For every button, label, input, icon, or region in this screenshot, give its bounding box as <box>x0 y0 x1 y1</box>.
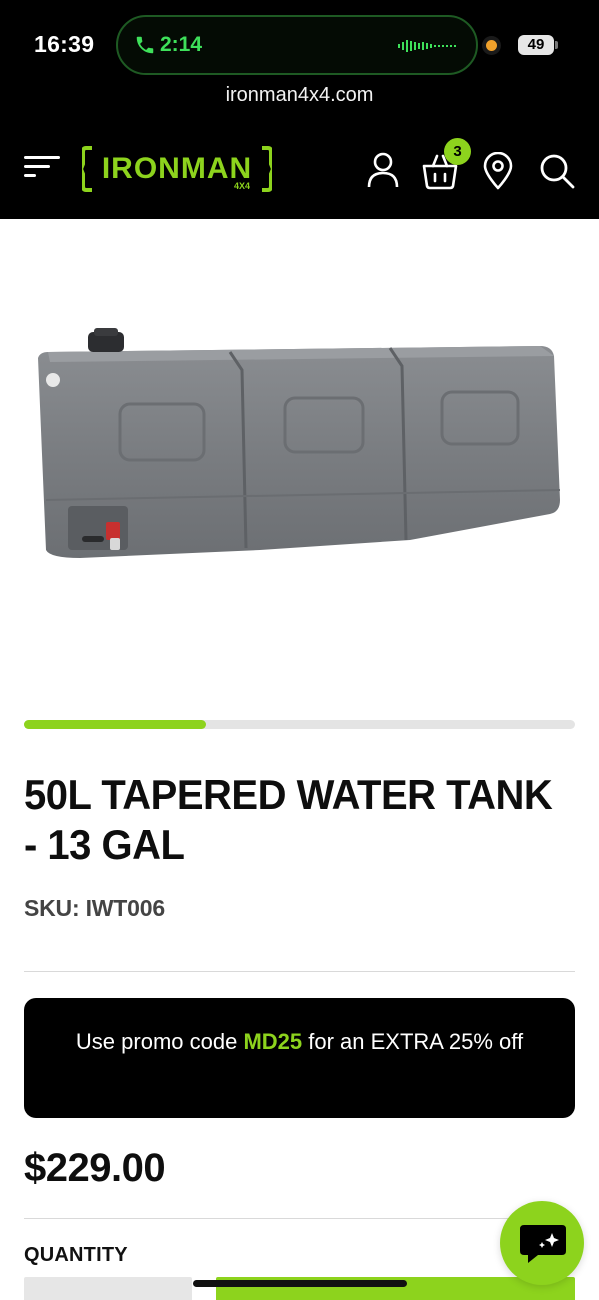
call-duration: 2:14 <box>160 33 203 56</box>
phone-icon <box>136 36 154 54</box>
promo-code: MD25 <box>243 1029 303 1054</box>
divider <box>24 1218 575 1219</box>
menu-icon[interactable] <box>22 152 62 182</box>
product-sku: SKU: IWT006 <box>24 895 165 921</box>
promo-text-before: Use promo code <box>75 1029 244 1054</box>
status-bar: 16:39 2:14 49 <box>0 0 599 78</box>
search-icon[interactable] <box>538 152 576 190</box>
gallery-progress-fill <box>24 720 206 729</box>
chat-button[interactable] <box>500 1201 584 1285</box>
battery-level: 49 <box>527 36 545 53</box>
privacy-indicator-dot <box>486 40 497 51</box>
svg-text:IRONMAN: IRONMAN <box>102 152 252 185</box>
gallery-progress-track[interactable] <box>24 720 575 729</box>
quantity-stepper[interactable] <box>24 1277 192 1300</box>
site-header: ironman4x4.com IRONMAN 4X4 3 <box>0 78 599 219</box>
location-pin-icon[interactable] <box>482 152 514 190</box>
quantity-label: QUANTITY <box>24 1244 128 1266</box>
promo-banner: Use promo code MD25 for an EXTRA 25% off <box>24 998 575 1118</box>
product-image[interactable] <box>20 300 580 590</box>
promo-text-after: for an EXTRA 25% off <box>302 1029 524 1054</box>
svg-text:4X4: 4X4 <box>234 181 250 191</box>
status-time: 16:39 <box>34 31 95 57</box>
active-call-pill[interactable]: 2:14 <box>116 15 478 75</box>
divider <box>24 971 575 972</box>
home-indicator[interactable] <box>193 1280 407 1287</box>
browser-url[interactable]: ironman4x4.com <box>0 84 599 107</box>
product-price: $229.00 <box>24 1146 166 1190</box>
battery-tip <box>555 41 558 49</box>
cart-count-badge: 3 <box>444 138 471 165</box>
chat-bubble-icon <box>520 1225 566 1263</box>
product-title: 50L TAPERED WATER TANK - 13 GAL <box>24 772 553 869</box>
audio-waveform-icon <box>398 40 456 52</box>
user-account-icon[interactable] <box>366 152 400 188</box>
ironman-logo[interactable]: IRONMAN 4X4 <box>82 146 272 192</box>
battery-icon: 49 <box>518 35 554 55</box>
